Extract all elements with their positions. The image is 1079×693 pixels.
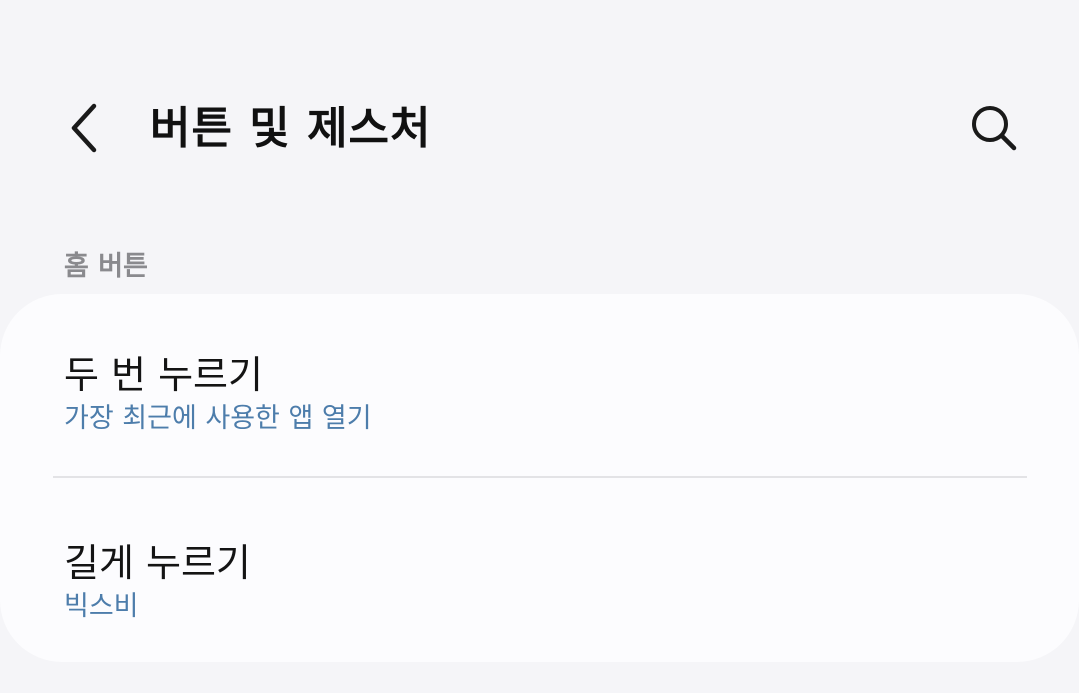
settings-card: 두 번 누르기 가장 최근에 사용한 앱 열기 길게 누르기 빅스비 xyxy=(0,294,1079,662)
section-header-home-button: 홈 버튼 xyxy=(64,251,148,282)
app-bar: 버튼 및 제스처 xyxy=(0,0,1079,220)
list-item-title: 두 번 누르기 xyxy=(64,353,263,397)
divider xyxy=(53,476,1027,478)
search-button[interactable] xyxy=(962,96,1026,160)
back-button[interactable] xyxy=(56,98,112,158)
page-title: 버튼 및 제스처 xyxy=(150,103,432,154)
list-item-subtitle: 가장 최근에 사용한 앱 열기 xyxy=(64,403,372,434)
list-item-long-press[interactable]: 길게 누르기 빅스비 xyxy=(0,480,1079,662)
chevron-left-icon xyxy=(71,103,97,153)
list-item-title: 길게 누르기 xyxy=(64,541,251,585)
list-item-double-press[interactable]: 두 번 누르기 가장 최근에 사용한 앱 열기 xyxy=(0,294,1079,476)
list-item-subtitle: 빅스비 xyxy=(64,591,139,622)
search-icon xyxy=(972,106,1017,151)
